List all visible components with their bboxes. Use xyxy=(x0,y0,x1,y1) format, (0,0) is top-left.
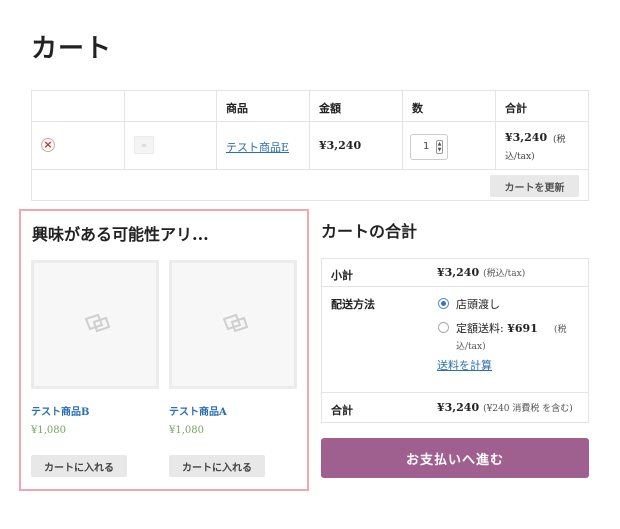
cart-table-header: 商品 金額 数 合計 xyxy=(32,91,588,122)
image-placeholder-icon xyxy=(222,313,248,333)
subtotal-label: 小計 xyxy=(331,269,353,282)
item-tax-note-2: 込/tax) xyxy=(505,152,535,162)
order-total-tax-note: (¥240 消費税 を含む) xyxy=(483,404,573,414)
header-subtotal: 合計 xyxy=(495,91,590,121)
image-placeholder-icon xyxy=(84,313,110,333)
shipping-option-pickup[interactable]: 店頭渡し xyxy=(456,296,500,312)
cross-sells: 興味がある可能性アリ... テスト商品B ¥1,080 カートに入れる テスト商… xyxy=(19,209,309,491)
item-price: ¥3,240 xyxy=(319,139,362,152)
header-remove xyxy=(32,91,124,121)
cart-actions: カートを更新 xyxy=(32,170,588,201)
product-card: テスト商品A ¥1,080 カートに入れる xyxy=(169,260,299,477)
product-price: ¥1,080 xyxy=(169,425,204,436)
product-thumbnail-icon[interactable] xyxy=(134,136,154,154)
order-total-row: 合計 ¥3,240 (¥240 消費税 を含む) xyxy=(322,393,588,423)
product-card: テスト商品B ¥1,080 カートに入れる xyxy=(31,260,161,477)
calculate-shipping-link[interactable]: 送料を計算 xyxy=(437,357,492,373)
shipping-tax-note-2: 込/tax) xyxy=(456,342,486,352)
product-name-link[interactable]: テスト商品B xyxy=(31,403,89,418)
subtotal-value: ¥3,240 (税込/tax) xyxy=(437,266,526,279)
shipping-option-radio[interactable] xyxy=(438,298,449,309)
cross-sells-title: 興味がある可能性アリ... xyxy=(32,225,209,244)
quantity-input[interactable]: 1 ▲ ▼ xyxy=(410,134,448,160)
product-image[interactable] xyxy=(169,260,297,389)
header-quantity: 数 xyxy=(402,91,495,121)
shipping-option-radio[interactable] xyxy=(438,322,449,333)
product-image[interactable] xyxy=(31,260,159,389)
add-to-cart-button[interactable]: カートに入れる xyxy=(169,455,265,477)
update-cart-button[interactable]: カートを更新 xyxy=(490,175,579,197)
order-total-label: 合計 xyxy=(331,404,353,417)
cart-totals-table: 小計 ¥3,240 (税込/tax) 配送方法 店頭渡し 定額送料: ¥691 (… xyxy=(321,258,589,423)
product-name-link[interactable]: テスト商品A xyxy=(169,403,227,418)
shipping-option-flat-rate[interactable]: 定額送料: ¥691 xyxy=(456,320,538,336)
header-product: 商品 xyxy=(216,91,309,121)
spinner-icon[interactable]: ▲ ▼ xyxy=(436,140,443,154)
header-price: 金額 xyxy=(309,91,402,121)
table-row: × テスト商品E ¥3,240 1 ▲ ▼ ¥3,240 (税 込/tax) xyxy=(32,122,588,170)
product-price: ¥1,080 xyxy=(31,425,66,436)
quantity-value: 1 xyxy=(423,141,430,152)
subtotal-tax-note: (税込/tax) xyxy=(483,269,526,279)
header-thumbnail xyxy=(124,91,216,121)
cart-table: 商品 金額 数 合計 × テスト商品E ¥3,240 1 ▲ ▼ ¥3,240 (… xyxy=(31,90,589,201)
order-total-value: ¥3,240 (¥240 消費税 を含む) xyxy=(437,401,573,414)
add-to-cart-button[interactable]: カートに入れる xyxy=(31,455,127,477)
cart-totals-title: カートの合計 xyxy=(321,222,418,241)
item-tax-note: (税 xyxy=(553,135,566,145)
shipping-row: 配送方法 店頭渡し 定額送料: ¥691 (税 込/tax) 送料を計算 xyxy=(322,287,588,393)
item-subtotal: ¥3,240 xyxy=(505,131,548,144)
proceed-to-checkout-button[interactable]: お支払いへ進む xyxy=(321,438,589,478)
page-title: カート xyxy=(31,34,113,64)
remove-item-icon[interactable]: × xyxy=(41,138,55,152)
subtotal-row: 小計 ¥3,240 (税込/tax) xyxy=(322,259,588,287)
product-name-link[interactable]: テスト商品E xyxy=(226,139,289,155)
shipping-tax-note: (税 xyxy=(554,325,567,335)
shipping-label: 配送方法 xyxy=(331,298,375,311)
